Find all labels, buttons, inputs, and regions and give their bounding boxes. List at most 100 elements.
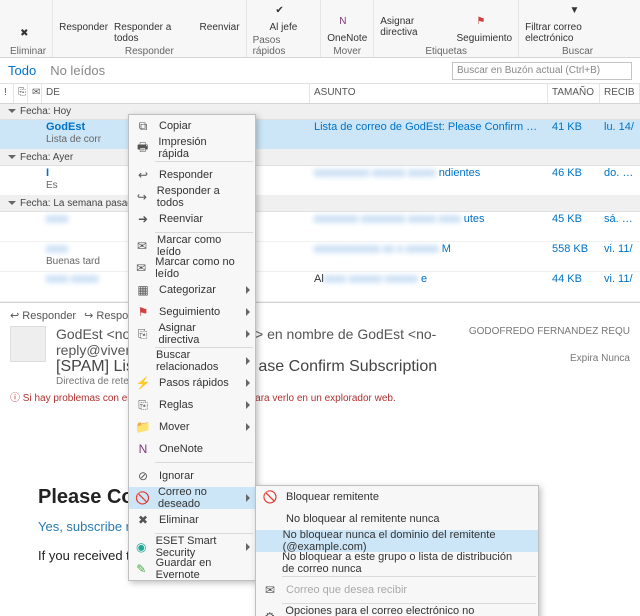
ctx-pasos-rapidos[interactable]: ⚡Pasos rápidos [129,372,255,394]
reply-button[interactable]: Responder [59,22,108,44]
ribbon-label-responder: Responder [125,46,174,57]
ctx-impresion[interactable]: 🖶Impresión rápida [129,137,255,159]
onenote-icon: N [135,441,151,457]
ctx-ignorar[interactable]: ⊘Ignorar [129,465,255,487]
col-tamano[interactable]: TAMAÑO [548,84,600,103]
message-row[interactable]: xxxx xxxxxxxx xxxxxxxx xxxxx xxxx utes 4… [0,212,640,242]
flag-icon: ⚑ [476,16,492,32]
ribbon-group-delete: ✖ Eliminar [4,0,53,57]
move-icon: 📁 [135,419,151,435]
copy-icon: ⧉ [135,118,151,134]
ctx-eliminar[interactable]: ✖Eliminar [129,509,255,531]
reading-reply[interactable]: ↩ Responder [10,309,76,322]
aljefe-icon: ✔ [275,5,291,21]
reading-expira: Expira Nunca [469,353,630,364]
ribbon-label-buscar: Buscar [562,46,593,57]
filter-no-leidos[interactable]: No leídos [50,63,105,78]
col-flag[interactable]: ! [0,84,14,103]
reply-all-icon: ↪ [135,189,149,205]
ctx-eset[interactable]: ◉ESET Smart Security [129,536,255,558]
reading-from: GodEst <no-> en nombre de GodEst <no-rep… [56,326,459,358]
onenote-icon: N [339,16,355,32]
eset-icon: ◉ [135,539,148,555]
ctx-asignar-directiva[interactable]: ⎘Asignar directiva [129,323,255,345]
junk-no-bloquear-dominio[interactable]: No bloquear nunca el dominio del remiten… [256,530,538,552]
ctx-seguimiento[interactable]: ⚑Seguimiento [129,301,255,323]
policy-icon: ⎘ [135,326,150,342]
junk-bloquear[interactable]: 🚫Bloquear remitente [256,486,538,508]
seguimiento-button[interactable]: ⚑Seguimiento [457,16,513,44]
quickstep-al-jefe[interactable]: ✔Al jefe [270,5,298,33]
reading-reply-all[interactable]: ↪ Respon [84,309,134,322]
message-row[interactable]: IEs xxxxxxxxxx xxxxxx xxxxx ndientes 46 … [0,166,640,196]
delete-button[interactable]: ✖ [20,28,36,44]
col-attach[interactable]: ⎘ [14,84,28,103]
read-icon: ✉ [135,238,149,254]
reading-subject: [SPAM] Listase Confirm Subscription [56,358,459,376]
filter-todo[interactable]: Todo [8,63,36,78]
print-icon: 🖶 [135,140,150,156]
col-recibido[interactable]: RECIB [600,84,640,103]
reply-all-button[interactable]: Responder a todos [114,22,194,44]
junk-correo-desea[interactable]: ✉Correo que desea recibir [256,579,538,601]
ctx-evernote[interactable]: ✎Guardar en Evernote [129,558,255,580]
ctx-mover[interactable]: 📁Mover [129,416,255,438]
filter-bar: Todo No leídos Buscar en Buzón actual (C… [0,58,640,84]
reading-recipient: GODOFREDO FERNANDEZ REQU [469,326,630,337]
filter-icon: ▼ [570,5,586,21]
ctx-reenviar[interactable]: ➜Reenviar [129,208,255,230]
context-menu: ⧉Copiar 🖶Impresión rápida ↩Responder ↪Re… [128,114,256,581]
avatar [10,326,46,362]
col-de[interactable]: DE [42,84,310,103]
asignar-directiva-button[interactable]: Asignar directiva [380,16,450,44]
junk-no-bloquear-remitente[interactable]: No bloquear al remitente nunca [256,508,538,530]
search-input[interactable]: Buscar en Buzón actual (Ctrl+B) [452,62,632,80]
message-row[interactable]: xxxx xxxxx Alxxxx xxxxxx xxxxxx e 44 KB … [0,272,640,302]
filter-mail-button[interactable]: ▼Filtrar correo electrónico [525,5,630,44]
ctx-correo-no-deseado[interactable]: 🚫Correo no deseado 🚫Bloquear remitente N… [129,487,255,509]
ctx-marcar-no-leido[interactable]: ✉Marcar como no leído [129,257,255,279]
col-asunto[interactable]: ASUNTO [310,84,548,103]
col-icon[interactable]: ✉ [28,84,42,103]
junk-submenu: 🚫Bloquear remitente No bloquear al remit… [255,485,539,616]
ribbon-group-etiquetas: Asignar directiva ⚑Seguimiento Etiquetas [374,0,519,57]
message-list: Fecha: Hoy GodEstLista de corr Lista de … [0,104,640,302]
evernote-icon: ✎ [135,561,148,577]
ctx-copiar[interactable]: ⧉Copiar [129,115,255,137]
ignore-icon: ⊘ [135,468,151,484]
ctx-responder[interactable]: ↩Responder [129,164,255,186]
junk-no-bloquear-grupo[interactable]: No bloquear a este grupo o lista de dist… [256,552,538,574]
options-icon: ⚙ [262,609,277,616]
group-hoy[interactable]: Fecha: Hoy [0,104,640,120]
ribbon-label-etiquetas: Etiquetas [425,46,467,57]
message-row[interactable]: xxxxBuenas tard xxxxxxxxxxxx xx x xxxxxx… [0,242,640,272]
forward-button[interactable]: Reenviar [200,22,240,44]
unread-icon: ✉ [135,260,147,276]
delete-icon: ✖ [20,28,36,44]
ctx-responder-todos[interactable]: ↪Responder a todos [129,186,255,208]
ribbon-label-eliminar: Eliminar [10,46,46,57]
ribbon-group-buscar: ▼Filtrar correo electrónico Buscar [519,0,636,57]
rules-icon: ⎘ [135,397,151,413]
junk-opciones[interactable]: ⚙Opciones para el correo electrónico no … [256,606,538,616]
column-headers: ! ⎘ ✉ DE ASUNTO TAMAÑO RECIB [0,84,640,104]
reading-warning[interactable]: ⓘ Si hay problemas con el rnsaje, haga c… [10,389,630,404]
ribbon-label-pasos: Pasos rápidos [253,35,315,57]
ctx-reglas[interactable]: ⎘Reglas [129,394,255,416]
group-ayer[interactable]: Fecha: Ayer [0,150,640,166]
ctx-marcar-leido[interactable]: ✉Marcar como leído [129,235,255,257]
ribbon-group-responder: Responder Responder a todos Reenviar Res… [53,0,246,57]
mail-icon: ✉ [262,582,278,598]
block-icon: 🚫 [262,489,278,505]
ctx-buscar-relacionados[interactable]: Buscar relacionados [129,350,255,372]
ribbon-group-quicksteps: ✔Al jefe Pasos rápidos [247,0,322,57]
forward-icon: ➜ [135,211,151,227]
message-row[interactable]: GodEstLista de corr Lista de correo de G… [0,120,640,150]
ctx-categorizar[interactable]: ▦Categorizar [129,279,255,301]
flag-icon: ⚑ [135,304,151,320]
ctx-onenote[interactable]: NOneNote [129,438,255,460]
delete-icon: ✖ [135,512,151,528]
group-semana[interactable]: Fecha: La semana pasada [0,196,640,212]
quickstep-icon: ⚡ [135,375,151,391]
onenote-button[interactable]: NOneNote [327,16,367,44]
